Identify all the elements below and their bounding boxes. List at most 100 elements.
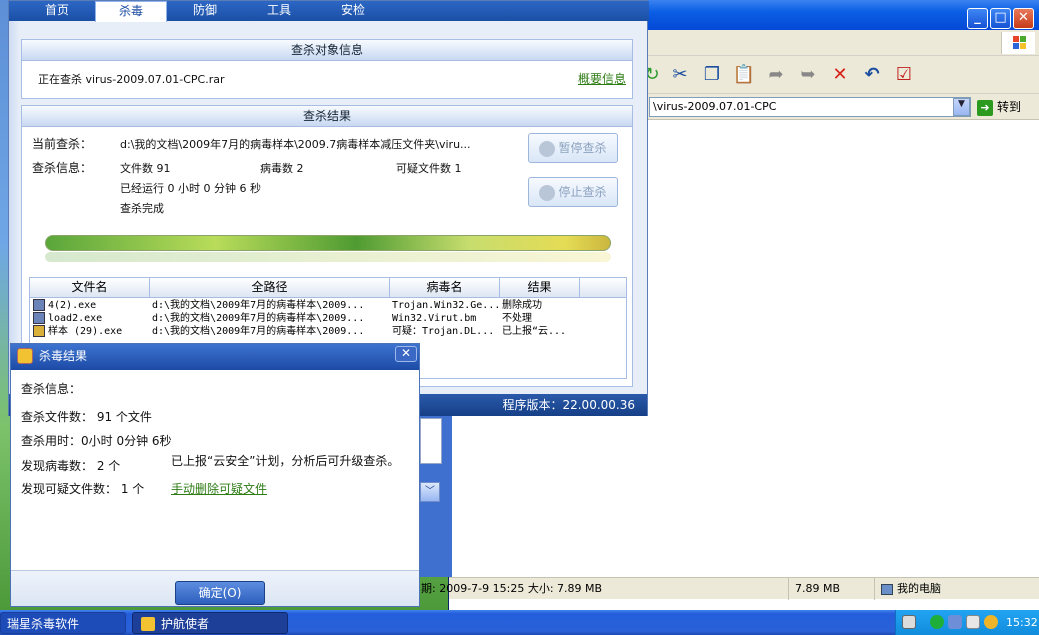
- go-label: 转到: [997, 100, 1022, 114]
- cloud-message: 已上报“云安全”计划，分析后可升级查杀。: [171, 454, 400, 468]
- stop-scan-button[interactable]: 停止查杀: [528, 177, 618, 207]
- rising-tray-icon[interactable]: [930, 615, 944, 629]
- row-file: 样本 (29).exe: [48, 326, 123, 337]
- ok-button[interactable]: 确定(O): [175, 581, 265, 605]
- pause-scan-button[interactable]: 暂停查杀: [528, 133, 618, 163]
- task-huhang-label: 护航使者: [161, 617, 210, 631]
- tab-defense[interactable]: 防御: [169, 1, 241, 21]
- tab-bar: 首页 杀毒 防御 工具 安检: [9, 1, 649, 22]
- virus-file-icon: [33, 312, 45, 324]
- row-result: 删除成功: [502, 300, 542, 311]
- virus-count: 病毒数 2: [260, 162, 304, 175]
- time-used: 查杀用时：0小时 0分钟 6秒: [21, 434, 172, 448]
- scanning-target: 正在查杀 virus-2009.07.01-CPC.rar: [38, 73, 225, 86]
- suspicious-file-icon: [33, 325, 45, 337]
- clock: 15:32: [1006, 616, 1038, 629]
- table-row[interactable]: load2.exe d:\我的文档\2009年7月的病毒样本\2009... W…: [30, 312, 626, 325]
- network-icon[interactable]: [948, 615, 962, 629]
- undo-icon[interactable]: ↶: [859, 62, 885, 88]
- progress-reflection: [45, 252, 611, 262]
- status-location: 我的电脑: [877, 578, 1037, 600]
- file-count: 文件数 91: [120, 162, 171, 175]
- column-header[interactable]: 结果: [500, 278, 580, 298]
- tab-tools[interactable]: 工具: [243, 1, 315, 21]
- summary-info-link[interactable]: 概要信息: [578, 70, 626, 87]
- move-to-icon[interactable]: ➦: [763, 62, 789, 88]
- my-computer-icon: [881, 583, 893, 595]
- cut-icon[interactable]: ✂: [667, 62, 693, 88]
- row-result: 不处理: [502, 313, 532, 324]
- status-size: 7.89 MB: [791, 578, 875, 600]
- suspicious-found: 发现可疑文件数： 1 个: [21, 482, 145, 496]
- keyboard-icon[interactable]: [902, 615, 916, 629]
- copy-icon[interactable]: ❐: [699, 62, 725, 88]
- status-location-label: 我的电脑: [897, 582, 941, 595]
- column-header-empty: [580, 278, 626, 298]
- folder-icon: [141, 617, 155, 631]
- result-section-header: 查杀结果: [21, 105, 633, 127]
- tab-home[interactable]: 首页: [21, 1, 93, 21]
- dialog-body: 查杀信息： 查杀文件数： 91 个文件 查杀用时：0小时 0分钟 6秒 发现病毒…: [11, 370, 419, 570]
- column-header[interactable]: 全路径: [150, 278, 390, 298]
- scan-panel: 查杀对象信息 正在查杀 virus-2009.07.01-CPC.rar 概要信…: [21, 29, 635, 387]
- chevron-down-icon[interactable]: ﹀: [420, 482, 440, 502]
- copy-to-icon[interactable]: ➥: [795, 62, 821, 88]
- windows-logo-icon: [1001, 32, 1035, 54]
- left-border: [9, 21, 20, 394]
- scan-info-label: 查杀信息：: [32, 161, 93, 175]
- tab-security-check[interactable]: 安检: [317, 1, 389, 21]
- task-huhang[interactable]: 护航使者: [132, 612, 288, 634]
- scan-progress-bar: [45, 235, 611, 251]
- delete-icon[interactable]: ✕: [827, 62, 853, 88]
- properties-icon[interactable]: ☑: [891, 62, 917, 88]
- column-header[interactable]: 病毒名: [390, 278, 500, 298]
- current-scan-label: 当前查杀：: [32, 137, 93, 151]
- stop-scan-label: 停止查杀: [558, 185, 607, 199]
- system-tray: 15:32: [895, 610, 1039, 635]
- row-virus: 可疑：Trojan.DL...: [392, 326, 495, 337]
- stop-icon: [539, 184, 556, 201]
- table-row[interactable]: 4(2).exe d:\我的文档\2009年7月的病毒样本\2009... Tr…: [30, 299, 626, 312]
- chevron-down-icon[interactable]: ▼: [953, 98, 970, 116]
- table-row[interactable]: 样本 (29).exe d:\我的文档\2009年7月的病毒样本\2009...…: [30, 325, 626, 338]
- dialog-titlebar[interactable]: 杀毒结果: [11, 344, 419, 370]
- close-button[interactable]: ✕: [1013, 8, 1034, 29]
- maximize-button[interactable]: □: [990, 8, 1011, 29]
- go-arrow-icon: ➜: [977, 99, 993, 116]
- target-section-body: 正在查杀 virus-2009.07.01-CPC.rar 概要信息: [21, 61, 633, 99]
- scan-result-dialog: 杀毒结果 ✕ 查杀信息： 查杀文件数： 91 个文件 查杀用时：0小时 0分钟 …: [10, 343, 420, 607]
- task-rising[interactable]: 瑞星杀毒软件: [0, 612, 126, 634]
- row-virus: Win32.Virut.bm: [392, 313, 477, 324]
- row-virus: Trojan.Win32.Ge...: [392, 300, 498, 311]
- row-file: load2.exe: [48, 313, 103, 324]
- pause-icon: [539, 140, 556, 157]
- close-icon[interactable]: ✕: [395, 346, 417, 362]
- viruses-found: 发现病毒数： 2 个: [21, 459, 121, 473]
- qq-icon[interactable]: [984, 615, 998, 629]
- column-header[interactable]: 文件名: [30, 278, 150, 298]
- row-path: d:\我的文档\2009年7月的病毒样本\2009...: [152, 313, 365, 324]
- go-button[interactable]: ➜ 转到: [977, 97, 1037, 117]
- row-file: 4(2).exe: [48, 300, 97, 311]
- tab-antivirus[interactable]: 杀毒: [95, 1, 167, 22]
- taskbar: 瑞星杀毒软件 护航使者 15:32: [0, 610, 1039, 635]
- manual-delete-link[interactable]: 手动删除可疑文件: [171, 480, 267, 497]
- files-scanned: 查杀文件数： 91 个文件: [21, 410, 152, 424]
- row-result: 已上报“云...: [502, 326, 567, 337]
- volume-icon[interactable]: [966, 615, 980, 629]
- pause-scan-label: 暂停查杀: [558, 141, 607, 155]
- explorer-statusbar: 期: 2009-7-9 15:25 大小: 7.89 MB 7.89 MB 我的…: [421, 577, 1039, 600]
- minimize-button[interactable]: _: [967, 8, 988, 29]
- dialog-footer: 确定(O): [11, 570, 419, 606]
- dialog-info-label: 查杀信息：: [21, 382, 82, 396]
- suspicious-count: 可疑文件数 1: [396, 162, 462, 175]
- status-modified: 期: 2009-7-9 15:25 大小: 7.89 MB: [421, 578, 789, 600]
- running-time: 已经运行 0 小时 0 分钟 6 秒: [120, 182, 261, 195]
- address-input[interactable]: \virus-2009.07.01-CPC: [649, 97, 971, 117]
- virus-file-icon: [33, 299, 45, 311]
- rising-lion-icon: [17, 348, 33, 364]
- paste-icon[interactable]: 📋: [731, 62, 757, 88]
- target-section-header: 查杀对象信息: [21, 39, 633, 61]
- row-path: d:\我的文档\2009年7月的病毒样本\2009...: [152, 326, 365, 337]
- current-scan-path: d:\我的文档\2009年7月的病毒样本\2009.7病毒样本减压文件夹\vir…: [120, 138, 471, 151]
